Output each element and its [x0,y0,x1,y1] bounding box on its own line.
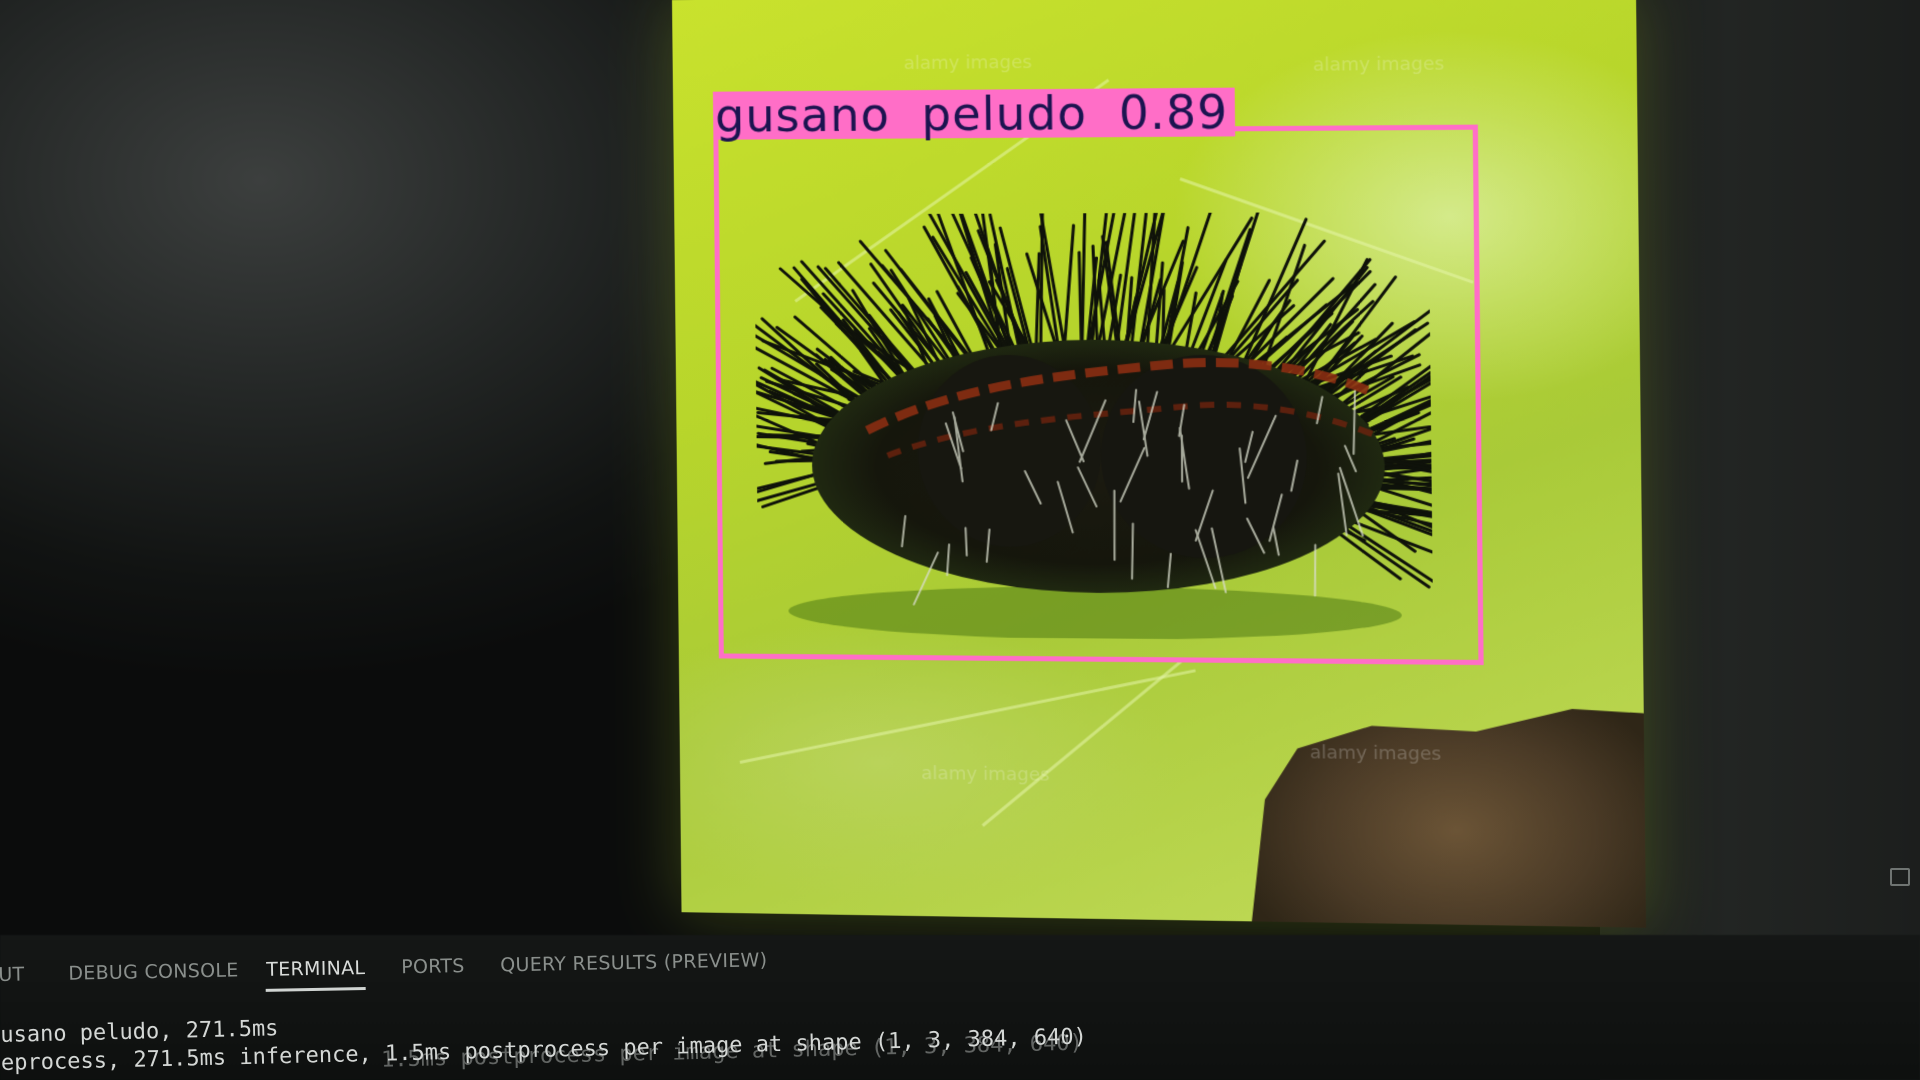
leaf-vein [981,657,1186,827]
watermark-text: alamy images [1312,53,1445,76]
active-tab-indicator [265,986,366,992]
monitor-photo: alamy images alamy images alamy images a… [0,0,1920,1080]
terminal-line: usano peludo, 271.5ms [0,1016,279,1048]
watermark-text: alamy images [903,51,1033,75]
tab-query-results[interactable]: QUERY RESULTS (PREVIEW) [500,949,768,976]
tab-terminal[interactable]: TERMINAL [266,957,365,981]
watermark-text: alamy images [1309,742,1442,765]
image-viewer: alamy images alamy images alamy images a… [672,0,1647,928]
tab-output[interactable]: UT [0,964,25,986]
detection-bounding-box [713,124,1484,666]
watermark-text: alamy images [921,762,1050,786]
detection-label: gusano peludo 0.89 [712,85,1235,143]
tab-debug-console[interactable]: DEBUG CONSOLE [68,959,239,984]
dark-editor-area-right [1600,0,1920,1080]
tab-ports[interactable]: PORTS [401,955,465,978]
panel-toggle-icon[interactable] [1890,868,1910,886]
tree-bark-background [1247,706,1646,928]
leaf-vein [739,669,1196,764]
